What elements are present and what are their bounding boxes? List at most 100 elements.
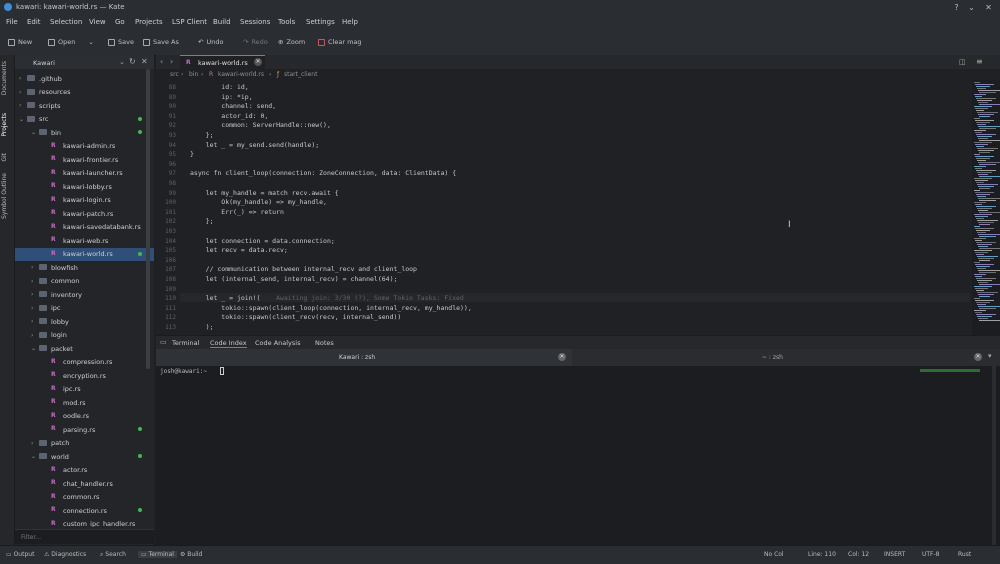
- chevron-right-icon[interactable]: ›: [31, 332, 33, 339]
- tree-folder[interactable]: › common: [15, 275, 154, 289]
- menu-file[interactable]: File: [6, 18, 18, 26]
- close-icon[interactable]: ✕: [974, 353, 982, 361]
- side-tab-projects[interactable]: Projects: [1, 113, 8, 137]
- chevron-down-icon[interactable]: ⌄: [119, 58, 125, 66]
- tree-file[interactable]: Rchat_handler.rs: [15, 477, 154, 491]
- menu-projects[interactable]: Projects: [135, 18, 163, 26]
- terminal-tab-active[interactable]: Kawari : zsh ✕: [156, 349, 572, 366]
- menu-build[interactable]: Build: [213, 18, 231, 26]
- tree-file[interactable]: Rkawari-savedatabank.rs: [15, 221, 154, 235]
- status-language[interactable]: Rust: [958, 551, 971, 558]
- chevron-right-icon[interactable]: ›: [31, 305, 33, 312]
- tree-folder[interactable]: › ipc: [15, 302, 154, 316]
- menu-icon[interactable]: ≡: [976, 57, 983, 66]
- help-icon[interactable]: ?: [952, 3, 961, 12]
- side-tab-symbol-outline[interactable]: Symbol Outline: [1, 173, 8, 219]
- tree-file[interactable]: Rkawari-login.rs: [15, 194, 154, 208]
- tree-file[interactable]: Rcommon.rs: [15, 491, 154, 505]
- tree-file[interactable]: Ripc.rs: [15, 383, 154, 397]
- build-button[interactable]: ⚙ Build: [180, 551, 202, 558]
- terminal[interactable]: josh@kawari:~: [156, 366, 1000, 545]
- zoom-button[interactable]: ⊕ Zoom: [278, 38, 305, 46]
- tree-file[interactable]: Rmod.rs: [15, 396, 154, 410]
- chevron-right-icon[interactable]: ›: [19, 75, 21, 82]
- tree-folder[interactable]: › blowfish: [15, 261, 154, 275]
- menu-tools[interactable]: Tools: [278, 18, 295, 26]
- chevron-right-icon[interactable]: ›: [31, 440, 33, 447]
- tree-folder[interactable]: ⌄ bin: [15, 126, 154, 140]
- chevron-down-icon[interactable]: ⌄: [19, 116, 24, 123]
- tree-scrollbar[interactable]: [146, 69, 150, 369]
- search-button[interactable]: ⌕ Search: [100, 551, 126, 559]
- chevron-down-icon[interactable]: ⌄: [88, 38, 93, 46]
- menu-lsp-client[interactable]: LSP Client: [172, 18, 207, 26]
- terminal-button[interactable]: ▭ Terminal: [138, 551, 177, 558]
- terminal-tab-2[interactable]: ~ : zsh: [762, 354, 783, 361]
- side-tab-documents[interactable]: Documents: [1, 61, 8, 95]
- menu-help[interactable]: Help: [342, 18, 358, 26]
- chevron-down-icon[interactable]: ⌄: [31, 453, 36, 460]
- minimap[interactable]: [972, 80, 1000, 335]
- tree-file[interactable]: Ractor.rs: [15, 464, 154, 478]
- tree-folder[interactable]: ⌄ src: [15, 113, 154, 127]
- code-view[interactable]: 88 id: id, 89 ip: *ip, 90 channel: send, 91…: [156, 80, 972, 335]
- diagnostics-button[interactable]: ⚠ Diagnostics: [44, 551, 86, 558]
- tab-code-index[interactable]: Code Index: [210, 339, 247, 348]
- split-view-icon[interactable]: ◫: [959, 58, 966, 66]
- close-icon[interactable]: ✕: [558, 353, 566, 361]
- tree-folder[interactable]: › lobby: [15, 315, 154, 329]
- tab-code-analysis[interactable]: Code Analysis: [255, 339, 301, 347]
- close-icon[interactable]: ✕: [141, 57, 148, 66]
- terminal-scrollbar[interactable]: [992, 366, 996, 545]
- menu-sessions[interactable]: Sessions: [240, 18, 270, 26]
- tree-folder[interactable]: ⌄ world: [15, 450, 154, 464]
- tree-folder[interactable]: › patch: [15, 437, 154, 451]
- close-icon[interactable]: ✕: [984, 3, 993, 12]
- minimize-icon[interactable]: ⌄: [967, 3, 976, 12]
- tab-terminal[interactable]: Terminal: [172, 339, 199, 347]
- chevron-right-icon[interactable]: ›: [19, 89, 21, 96]
- tree-folder[interactable]: › login: [15, 329, 154, 343]
- chevron-down-icon[interactable]: ⌄: [31, 345, 36, 352]
- tree-file[interactable]: Rkawari-frontier.rs: [15, 153, 154, 167]
- chevron-right-icon[interactable]: ›: [19, 102, 21, 109]
- back-icon[interactable]: ‹: [160, 57, 163, 66]
- status-col[interactable]: Col: 12: [848, 551, 869, 558]
- breadcrumb-item-file[interactable]: kawari-world.rs: [218, 71, 264, 78]
- status-mode[interactable]: INSERT: [884, 551, 905, 558]
- tree-folder[interactable]: › scripts: [15, 99, 154, 113]
- tab-kawari-world-rs[interactable]: R kawari-world.rs ✕: [180, 55, 265, 70]
- tree-file[interactable]: Rkawari-world.rs: [15, 247, 154, 261]
- tree-folder[interactable]: › resources: [15, 86, 154, 100]
- menu-go[interactable]: Go: [115, 18, 125, 26]
- tree-file[interactable]: Rparsing.rs: [15, 423, 154, 437]
- menu-settings[interactable]: Settings: [306, 18, 335, 26]
- chevron-right-icon[interactable]: ›: [31, 264, 33, 271]
- save-button[interactable]: Save: [108, 38, 134, 46]
- reload-icon[interactable]: ↻: [129, 57, 136, 66]
- new-button[interactable]: New: [8, 38, 32, 46]
- menu-selection[interactable]: Selection: [50, 18, 82, 26]
- output-button[interactable]: ▭ Output: [6, 551, 34, 558]
- tree-file[interactable]: Rcustom_ipc_handler.rs: [15, 518, 154, 528]
- tab-notes[interactable]: Notes: [315, 339, 334, 347]
- menu-edit[interactable]: Edit: [27, 18, 41, 26]
- open-button[interactable]: Open ⌄: [48, 38, 94, 46]
- tree-file[interactable]: Rkawari-launcher.rs: [15, 167, 154, 181]
- chevron-right-icon[interactable]: ›: [31, 291, 33, 298]
- project-selector[interactable]: Kawari: [33, 59, 55, 67]
- tree-folder[interactable]: › .github: [15, 72, 154, 86]
- tree-file[interactable]: Rkawari-lobby.rs: [15, 180, 154, 194]
- save-as-button[interactable]: Save As: [143, 38, 179, 46]
- chevron-right-icon[interactable]: ›: [31, 278, 33, 285]
- status-encoding[interactable]: UTF-8: [922, 551, 940, 558]
- chevron-down-icon[interactable]: ⌄: [31, 129, 36, 136]
- tree-folder[interactable]: › inventory: [15, 288, 154, 302]
- menu-icon[interactable]: ▾: [988, 352, 992, 360]
- tree-file[interactable]: Rcompression.rs: [15, 356, 154, 370]
- tree-file[interactable]: Rkawari-admin.rs: [15, 140, 154, 154]
- undo-button[interactable]: ↶ Undo: [198, 38, 223, 46]
- filter-input[interactable]: Filter...: [15, 529, 154, 544]
- tab-close-icon[interactable]: ✕: [254, 58, 262, 66]
- status-line[interactable]: Line: 110: [808, 551, 836, 558]
